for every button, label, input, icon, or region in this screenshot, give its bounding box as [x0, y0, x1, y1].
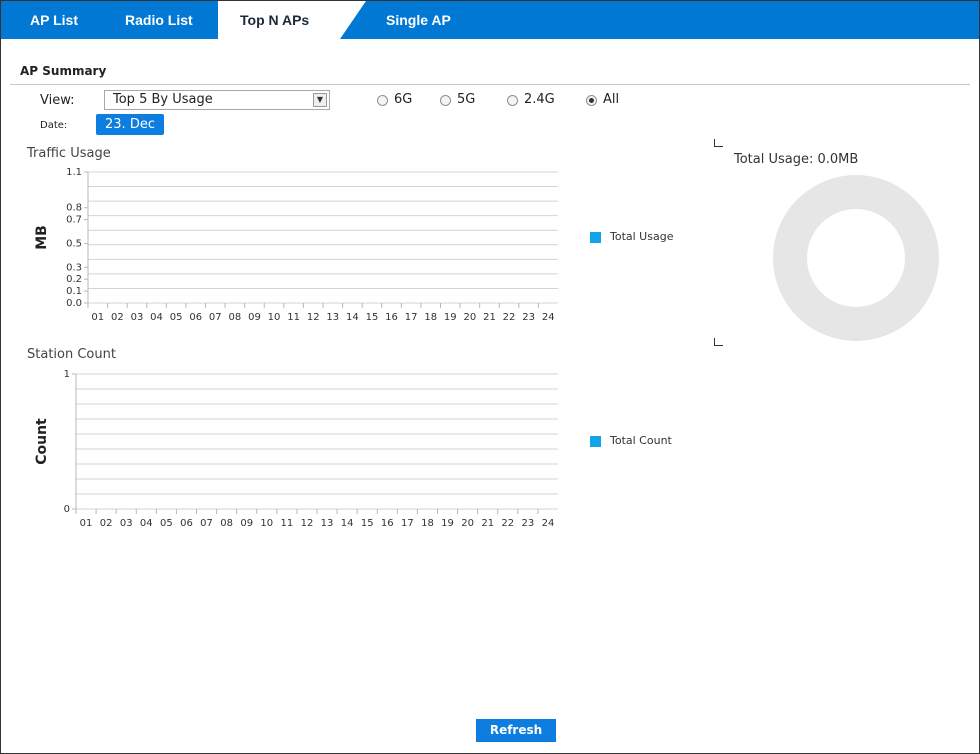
- x-tick-label: 23: [522, 518, 535, 529]
- traffic-usage-chart: 1.1 0.80.7 0.5 0.30.20.10.0 01 02 03 04 05 06 07 08…: [34, 167, 558, 323]
- total-usage-donut: [773, 175, 939, 341]
- x-tick-label: 11: [287, 312, 300, 323]
- radio-6g-label: 6G: [394, 92, 413, 107]
- x-tick-label: 12: [307, 312, 320, 323]
- x-tick-label: 21: [481, 518, 494, 529]
- y-tick-label: 1: [64, 369, 70, 380]
- x-tick-label: 14: [346, 312, 359, 323]
- x-tick-label: 19: [444, 312, 457, 323]
- x-tick-label: 22: [503, 312, 516, 323]
- x-tick-label: 11: [281, 518, 294, 529]
- view-select-value: Top 5 By Usage: [113, 92, 213, 107]
- section-title: AP Summary: [20, 64, 107, 78]
- section-divider: [10, 84, 970, 85]
- x-tick-label: 09: [248, 312, 261, 323]
- x-tick-label: 01: [80, 518, 93, 529]
- x-tick-label: 19: [441, 518, 454, 529]
- x-tick-label: 15: [366, 312, 379, 323]
- station-count-chart: 1001 02 03 04 05 06 07 08 09 10 11 12 13 14 15 16 17 18 19…: [34, 369, 558, 529]
- x-tick-label: 07: [209, 312, 222, 323]
- radio-6g[interactable]: [377, 95, 388, 106]
- y-tick-label: 0.2: [66, 274, 82, 285]
- y-tick-label: 1.1: [66, 167, 82, 178]
- x-tick-label: 16: [381, 518, 394, 529]
- x-tick-label: 08: [229, 312, 242, 323]
- x-tick-label: 18: [421, 518, 434, 529]
- x-tick-label: 12: [301, 518, 314, 529]
- corner-mark-top: [714, 139, 723, 147]
- legend-total-usage-swatch: [590, 232, 601, 243]
- view-label: View:: [40, 93, 75, 108]
- x-tick-label: 23: [522, 312, 535, 323]
- radio-2-4g[interactable]: [507, 95, 518, 106]
- radio-all-label: All: [603, 92, 620, 107]
- y-axis-label: Count: [34, 418, 50, 465]
- x-tick-label: 05: [170, 312, 183, 323]
- y-axis-label: MB: [34, 225, 50, 250]
- x-tick-label: 04: [140, 518, 153, 529]
- x-tick-label: 17: [401, 518, 414, 529]
- y-tick-label: 0.1: [66, 286, 82, 297]
- x-tick-label: 06: [189, 312, 202, 323]
- x-tick-label: 06: [180, 518, 193, 529]
- corner-mark-bottom: [714, 338, 723, 346]
- chevron-down-icon[interactable]: ▼: [313, 93, 327, 107]
- view-select[interactable]: Top 5 By Usage ▼: [104, 90, 330, 110]
- x-tick-label: 20: [461, 518, 474, 529]
- donut-ring: [773, 175, 939, 341]
- active-tab-slant: [340, 1, 366, 39]
- station-chart-title: Station Count: [27, 347, 116, 362]
- x-tick-label: 24: [542, 312, 555, 323]
- y-tick-label: 0: [64, 504, 70, 515]
- radio-all[interactable]: [586, 95, 597, 106]
- x-tick-label: 08: [220, 518, 233, 529]
- x-tick-label: 02: [100, 518, 113, 529]
- x-tick-label: 16: [385, 312, 398, 323]
- tab-radio-list[interactable]: Radio List: [125, 1, 193, 39]
- legend-total-count: Total Count: [610, 434, 672, 447]
- x-tick-label: 01: [91, 312, 104, 323]
- tab-ap-list[interactable]: AP List: [30, 1, 78, 39]
- x-tick-label: 24: [542, 518, 555, 529]
- date-label: Date:: [40, 120, 68, 131]
- x-tick-label: 13: [326, 312, 339, 323]
- y-tick-label: 0.7: [66, 215, 82, 226]
- refresh-button[interactable]: Refresh: [476, 719, 556, 742]
- x-tick-label: 03: [120, 518, 133, 529]
- x-tick-label: 18: [424, 312, 437, 323]
- date-badge[interactable]: 23. Dec: [96, 114, 164, 135]
- x-tick-label: 02: [111, 312, 124, 323]
- legend-total-count-swatch: [590, 436, 601, 447]
- x-tick-label: 05: [160, 518, 173, 529]
- x-tick-label: 17: [405, 312, 418, 323]
- x-tick-label: 03: [131, 312, 144, 323]
- y-tick-label: 0.3: [66, 262, 82, 273]
- x-tick-label: 14: [341, 518, 354, 529]
- x-tick-label: 10: [260, 518, 273, 529]
- y-tick-label: 0.0: [66, 298, 82, 309]
- radio-5g[interactable]: [440, 95, 451, 106]
- donut-title: Total Usage: 0.0MB: [734, 152, 859, 167]
- x-tick-label: 13: [321, 518, 334, 529]
- x-tick-label: 07: [200, 518, 213, 529]
- tab-single-ap[interactable]: Single AP: [386, 1, 451, 39]
- x-tick-label: 09: [240, 518, 253, 529]
- x-tick-label: 21: [483, 312, 496, 323]
- legend-total-usage: Total Usage: [610, 230, 674, 243]
- tab-top-n-aps[interactable]: Top N APs: [218, 1, 340, 39]
- x-tick-label: 20: [464, 312, 477, 323]
- y-tick-label: 0.5: [66, 238, 82, 249]
- x-tick-label: 10: [268, 312, 281, 323]
- tab-bar: AP List Radio List Top N APs Single AP: [1, 1, 979, 39]
- x-tick-label: 04: [150, 312, 163, 323]
- y-tick-label: 0.8: [66, 203, 82, 214]
- x-tick-label: 22: [501, 518, 514, 529]
- x-tick-label: 15: [361, 518, 374, 529]
- radio-5g-label: 5G: [457, 92, 476, 107]
- traffic-chart-title: Traffic Usage: [27, 146, 111, 161]
- radio-2-4g-label: 2.4G: [524, 92, 555, 107]
